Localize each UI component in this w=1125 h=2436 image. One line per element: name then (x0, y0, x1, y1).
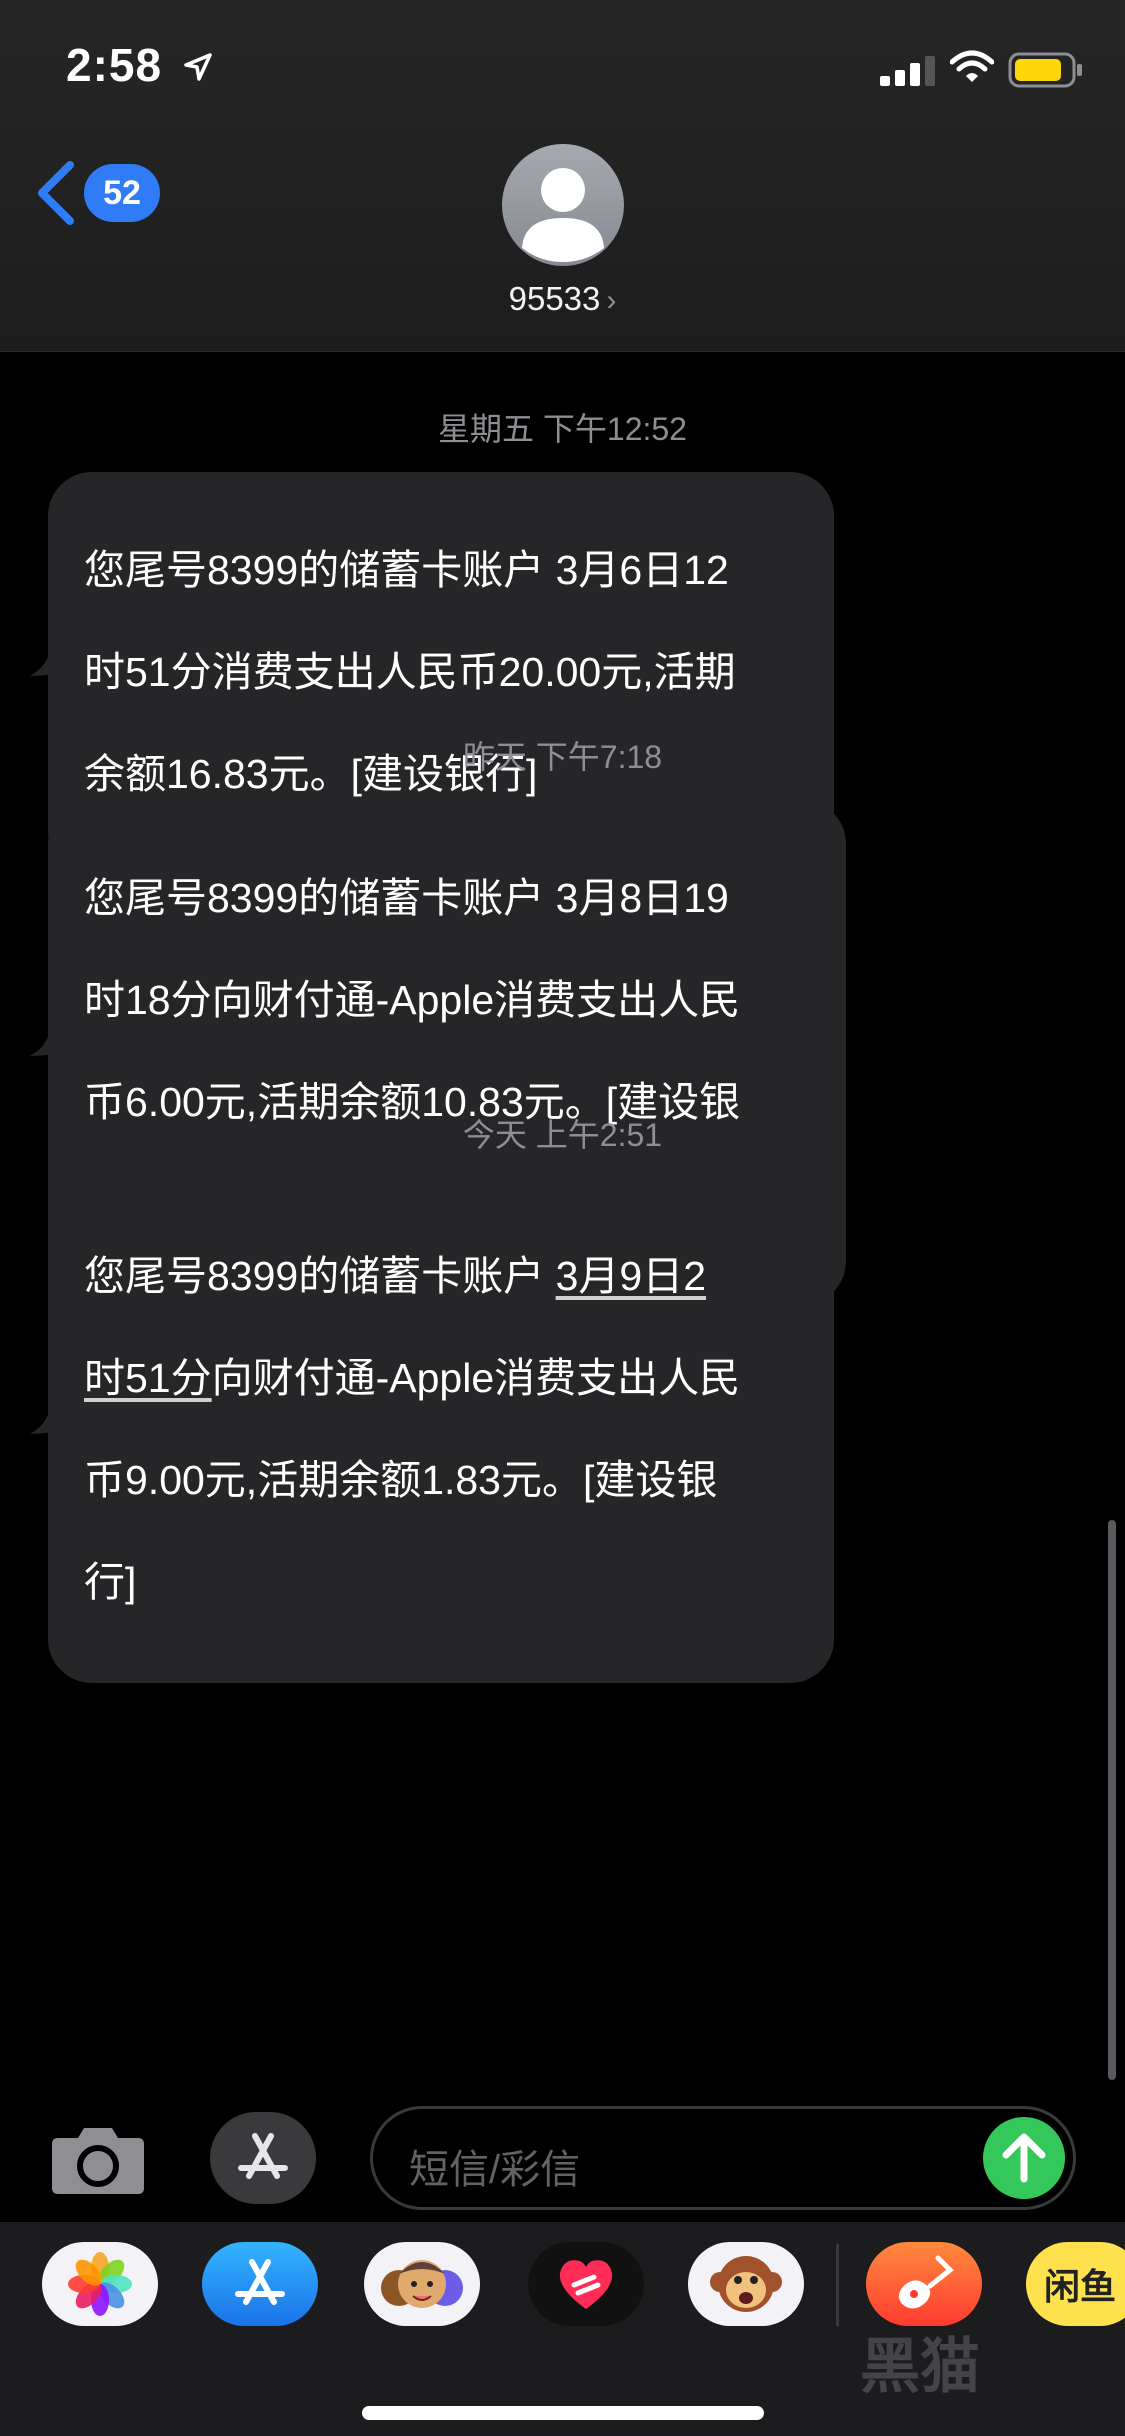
app-drawer: 闲鱼 黑猫 (0, 2222, 1125, 2436)
guitar-icon (898, 2255, 954, 2309)
app-store-icon (238, 2133, 288, 2179)
xianyu-label: 闲鱼 (1044, 2266, 1117, 2307)
photos-app-button[interactable] (42, 2242, 158, 2326)
conversation-header: 2:58 52 95533 › (0, 0, 1125, 352)
arrow-up-icon (1002, 2133, 1046, 2183)
scrollbar[interactable] (1108, 1520, 1116, 2080)
memoji-app-button[interactable] (364, 2242, 480, 2326)
home-indicator[interactable] (362, 2406, 764, 2420)
camera-icon (52, 2128, 144, 2194)
message-timestamp: 昨天 下午7:18 (462, 739, 663, 775)
garageband-app-button[interactable] (866, 2242, 982, 2326)
message-line: 您尾号8399的储蓄卡账户 3月9日2 (84, 1251, 804, 1302)
memoji-icon (381, 2260, 463, 2308)
message-line: 您尾号8399的储蓄卡账户 3月6日12 (84, 547, 729, 593)
date-link[interactable]: 时51分 (84, 1355, 212, 1401)
location-arrow-icon (184, 53, 212, 81)
drawer-divider (836, 2244, 839, 2326)
contact-avatar[interactable] (502, 144, 624, 266)
unread-count-badge: 52 (84, 164, 160, 222)
app-store-icon (235, 2259, 285, 2305)
message-text: 您尾号8399的储蓄卡账户 (84, 1253, 556, 1299)
watermark: 黑猫 (860, 2318, 980, 2405)
message-line: 币9.00元,活期余额1.83元。[建设银 (84, 1457, 718, 1503)
message-line: 行] (84, 1559, 137, 1605)
message-input[interactable]: 短信/彩信 (370, 2106, 1076, 2210)
message-bubble[interactable]: 您尾号8399的储蓄卡账户 3月9日2 时51分向财付通-Apple消费支出人民… (48, 1178, 834, 1683)
animoji-app-button[interactable] (688, 2242, 804, 2326)
message-line: 时18分向财付通-Apple消费支出人民 (84, 977, 741, 1023)
message-text: 向财付通-Apple消费支出人民 (211, 1355, 741, 1401)
contact-name: 95533 (508, 280, 601, 317)
digital-touch-app-button[interactable] (528, 2242, 644, 2326)
status-time: 2:58 (66, 39, 163, 91)
wifi-icon (950, 50, 994, 82)
message-timestamp: 今天 上午2:51 (462, 1117, 663, 1153)
person-icon (522, 168, 604, 262)
date-link[interactable]: 3月9日2 (556, 1253, 706, 1299)
message-input-placeholder: 短信/彩信 (409, 2148, 581, 2192)
camera-button[interactable] (50, 2124, 146, 2201)
battery-icon (1008, 52, 1082, 88)
message-timestamp: 星期五 下午12:52 (438, 411, 687, 447)
back-button[interactable]: 52 (36, 158, 160, 228)
monkey-icon (710, 2256, 782, 2312)
app-store-button[interactable] (210, 2112, 316, 2204)
app-store-app-button[interactable] (202, 2242, 318, 2326)
message-line: 您尾号8399的储蓄卡账户 3月8日19 (84, 875, 729, 921)
message-line: 时51分消费支出人民币20.00元,活期 (84, 649, 736, 695)
send-button[interactable] (983, 2117, 1065, 2199)
chevron-right-icon: › (606, 284, 617, 317)
heart-icon (559, 2260, 613, 2309)
message-line: 时51分向财付通-Apple消费支出人民 (84, 1353, 804, 1404)
xianyu-app-button[interactable]: 闲鱼 (1026, 2242, 1125, 2326)
watermark-text: 黑猫 (860, 2333, 980, 2400)
contact-name-button[interactable]: 95533 › (0, 280, 1125, 318)
cellular-signal-icon (880, 56, 935, 86)
photos-icon (68, 2252, 132, 2316)
chevron-left-icon (38, 161, 74, 225)
